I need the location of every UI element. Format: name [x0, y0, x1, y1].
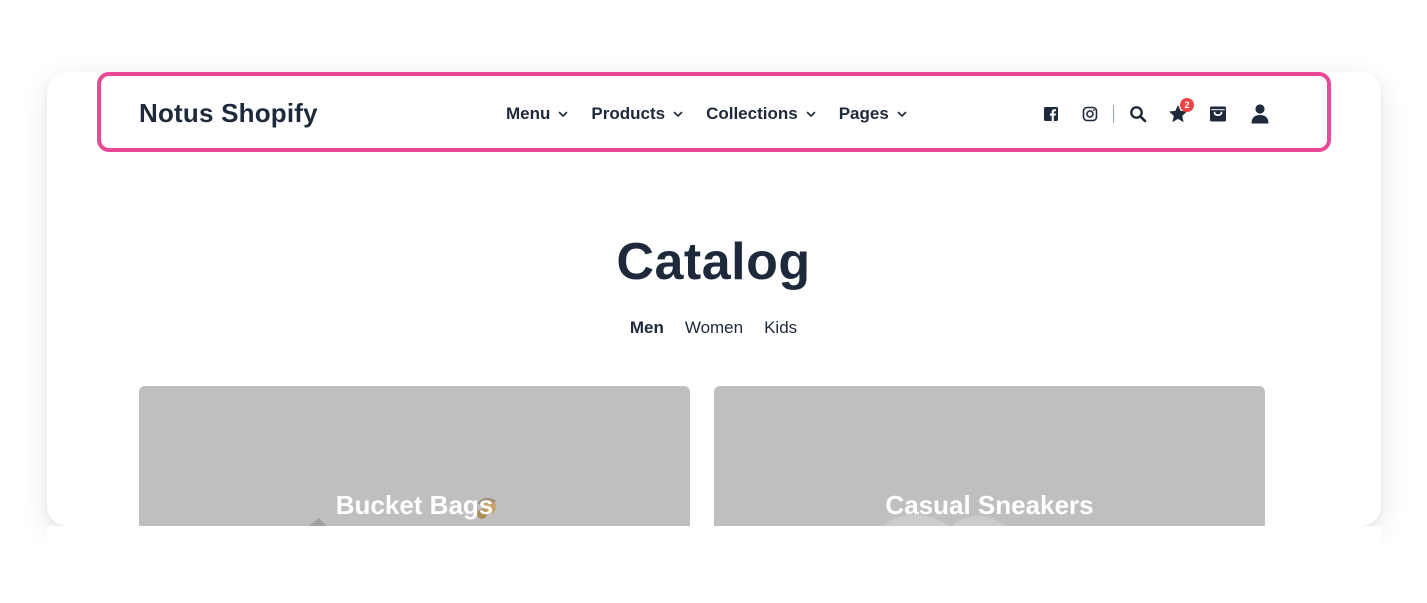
- facebook-icon[interactable]: [1040, 102, 1062, 126]
- tab-men[interactable]: Men: [630, 318, 664, 338]
- nav-item-label: Products: [591, 104, 666, 123]
- nav-item-label: Menu: [506, 104, 551, 123]
- search-icon[interactable]: [1127, 102, 1149, 126]
- nav-item-label: Pages: [838, 104, 889, 123]
- header-icons: 2: [1040, 98, 1271, 126]
- page-bottom-margin: [47, 526, 1381, 603]
- nav-item-products[interactable]: Products: [591, 104, 684, 124]
- catalog-tabs: Men Women Kids: [0, 318, 1427, 338]
- instagram-icon[interactable]: [1079, 102, 1101, 126]
- nav-item-collections[interactable]: Collections: [706, 104, 817, 124]
- tab-kids[interactable]: Kids: [764, 318, 797, 338]
- wishlist-count-badge: 2: [1180, 98, 1194, 112]
- nav-item-label: Collections: [706, 104, 798, 123]
- user-icon[interactable]: [1249, 102, 1271, 126]
- tile-label: Bucket Bags: [335, 490, 494, 520]
- star-icon[interactable]: 2: [1167, 98, 1194, 126]
- brand-logo[interactable]: Notus Shopify: [139, 98, 318, 129]
- page-title: Catalog: [616, 233, 811, 291]
- icon-divider: [1113, 105, 1114, 123]
- chevron-down-icon: [896, 108, 908, 120]
- collection-tile-casual-sneakers[interactable]: Casual Sneakers: [714, 386, 1265, 526]
- chevron-down-icon: [672, 108, 684, 120]
- shopping-bag-icon[interactable]: [1207, 102, 1229, 126]
- main-nav: Menu Products Collections Pages: [506, 104, 908, 124]
- chevron-down-icon: [557, 108, 569, 120]
- nav-item-menu[interactable]: Menu: [506, 104, 569, 124]
- chevron-down-icon: [805, 108, 817, 120]
- collection-tile-bucket-bags[interactable]: Bucket Bags: [139, 386, 690, 526]
- tab-women[interactable]: Women: [685, 318, 743, 338]
- tile-label: Casual Sneakers: [885, 490, 1094, 520]
- nav-item-pages[interactable]: Pages: [839, 104, 908, 124]
